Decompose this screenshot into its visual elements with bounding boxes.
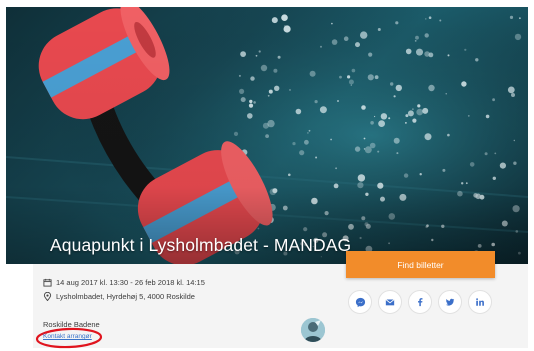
linkedin-icon <box>476 298 484 306</box>
contact-organizer-link[interactable]: Kontakt arrangør <box>43 333 92 340</box>
location-pin-icon <box>43 292 52 301</box>
event-location-row: Lysholmbadet, Hyrdehøj 5, 4000 Roskilde <box>43 292 195 301</box>
share-email-button[interactable] <box>378 290 402 314</box>
event-date-row: 14 aug 2017 kl. 13:30 - 26 feb 2018 kl. … <box>43 278 205 287</box>
mail-icon <box>385 299 395 306</box>
event-title: Aquapunkt i Lysholmbadet - MANDAG <box>50 235 352 255</box>
facebook-icon <box>418 298 423 307</box>
messenger-icon <box>355 297 365 307</box>
aqua-dumbbell-photo <box>6 7 528 264</box>
share-twitter-button[interactable] <box>438 290 462 314</box>
twitter-icon <box>445 298 455 306</box>
share-facebook-button[interactable] <box>408 290 432 314</box>
organizer-avatar[interactable] <box>301 318 325 342</box>
calendar-icon <box>43 278 52 287</box>
event-page: Aquapunkt i Lysholmbadet - MANDAG 14 aug… <box>0 0 534 351</box>
share-linkedin-button[interactable] <box>468 290 492 314</box>
hero-image: Aquapunkt i Lysholmbadet - MANDAG <box>6 7 528 264</box>
find-tickets-button[interactable]: Find billetter <box>346 251 495 278</box>
event-location: Lysholmbadet, Hyrdehøj 5, 4000 Roskilde <box>56 292 195 301</box>
organizer-avatar-image <box>301 318 325 342</box>
share-messenger-button[interactable] <box>348 290 372 314</box>
event-date: 14 aug 2017 kl. 13:30 - 26 feb 2018 kl. … <box>56 278 205 287</box>
